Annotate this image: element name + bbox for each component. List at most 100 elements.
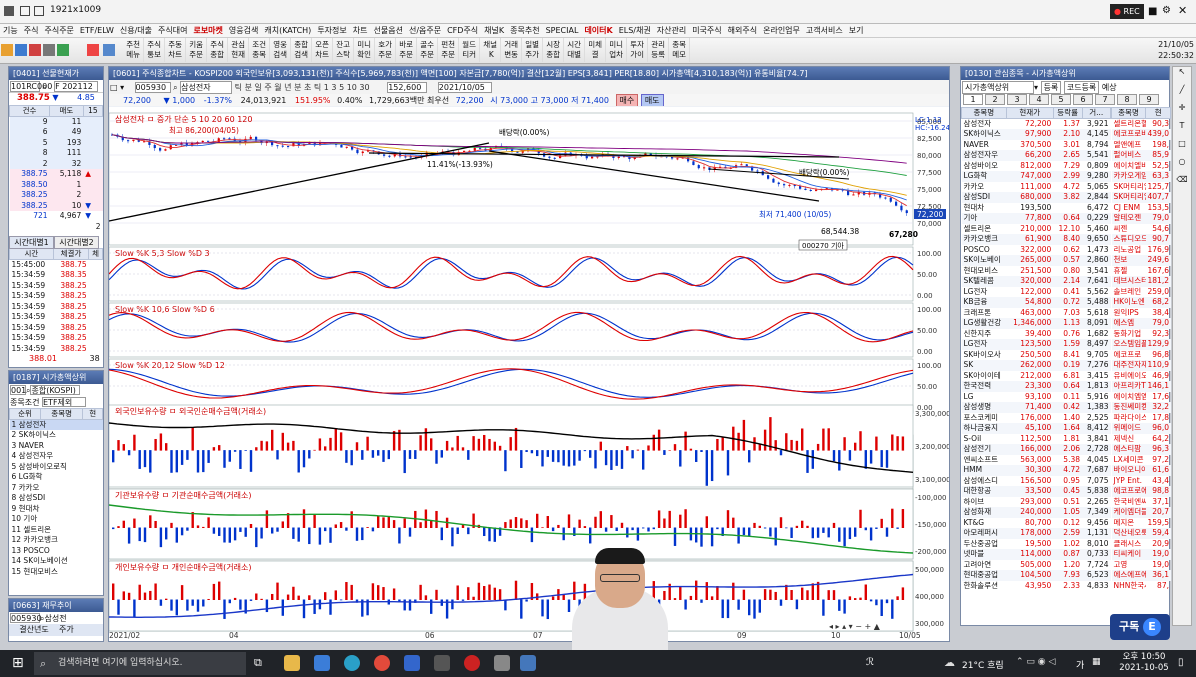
watch-row[interactable]: 엔씨소프트 563,000 5.38 4,045 (962, 455, 1111, 466)
ime-indicator[interactable]: 가 (1076, 658, 1084, 671)
watch2-row[interactable]: 케이엠더블 20,7 (1111, 507, 1171, 518)
watch2-row[interactable]: 휴젤 167,6 (1112, 266, 1171, 277)
watch2-header[interactable]: 종목명 (1111, 107, 1146, 119)
watch-tab-5[interactable]: 5 (1051, 94, 1071, 105)
watch2-row[interactable]: HK이노엔 68,2 (1111, 297, 1171, 308)
menu-item-21[interactable]: 해외주식 (725, 24, 760, 37)
menu-item-0[interactable]: 기능 (0, 24, 21, 37)
watch-tab-7[interactable]: 7 (1095, 94, 1115, 105)
toolbar-button-16[interactable]: 월드 티커 (459, 38, 481, 62)
menu-item-22[interactable]: 온라인업무 (760, 24, 803, 37)
finance-code[interactable]: 005930 (10, 613, 42, 623)
print-icon[interactable] (43, 44, 55, 56)
watch-reg[interactable]: 등록 (1040, 81, 1062, 94)
toolbar-button-24[interactable]: 투자 가이 (627, 38, 649, 62)
cursor-icon[interactable]: ↖ (1173, 67, 1191, 85)
toolbar-button-22[interactable]: 미체 결 (585, 38, 607, 62)
edge-icon[interactable] (344, 655, 360, 671)
rank-row[interactable]: 2 SK하이닉스 (10, 430, 103, 441)
rank-row[interactable]: 3 NAVER (10, 441, 103, 452)
scroll-controls[interactable]: ◂ ▸ ▴ ▾ − + ▲ (829, 622, 881, 631)
rank-row[interactable]: 7 카카오 (10, 483, 103, 494)
watch-row[interactable]: POSCO 322,000 0.62 1,473 (962, 245, 1111, 256)
grid-icon[interactable] (102, 44, 115, 56)
watch-row[interactable]: 포스코케미 176,000 1.40 2,525 (962, 413, 1111, 424)
watch-row[interactable]: LG전자 123,500 1.59 8,497 (961, 339, 1111, 350)
watch-tab-9[interactable]: 9 (1139, 94, 1159, 105)
watch-row[interactable]: 아모레퍼시 178,000 2.59 1,131 (961, 528, 1111, 539)
rank-row[interactable]: 10 기아 (10, 514, 103, 525)
futures-code[interactable]: 101RC000 (10, 81, 52, 92)
menu-item-24[interactable]: 보기 (846, 24, 867, 37)
toolbar-button-20[interactable]: 시장 종합 (543, 38, 565, 62)
circle-icon[interactable]: ○ (1173, 157, 1191, 175)
rank-row[interactable]: 12 카카오뱅크 (10, 535, 103, 546)
watch2-row[interactable]: 한국비엔씨 37,1 (1112, 497, 1171, 508)
watch2-row[interactable]: 엘앤에프 198, (1112, 140, 1171, 151)
search-icon-4[interactable]: ⌕ (173, 83, 177, 92)
text-icon[interactable]: T (1173, 121, 1191, 139)
watch2-row[interactable]: 에스티팜 96,3 (1111, 444, 1171, 455)
toolbar-button-6[interactable]: 조건 종목 (249, 38, 271, 62)
watch2-row[interactable]: 덕산네오룩 59,4 (1111, 528, 1171, 539)
cross-icon[interactable]: ✛ (1173, 103, 1191, 121)
grid-tray-icon[interactable]: ▦ (1092, 657, 1101, 667)
tray-icons[interactable]: ⌃ ▭ ◉ ◁ (1016, 657, 1055, 667)
orderbook-row[interactable]: 388.25 10 ▼ (9, 200, 103, 211)
watch2-row[interactable]: 솔브레인 259,0 (1112, 287, 1171, 298)
watch-tab-2[interactable]: 2 (985, 94, 1005, 105)
window-icon[interactable] (34, 6, 44, 16)
toolbar-button-0[interactable]: 주천 메뉴 (123, 38, 145, 62)
watch-row[interactable]: KT&G 80,700 0.12 9,456 (962, 518, 1111, 529)
watch-row[interactable]: LG 93,100 0.11 5,916 (962, 392, 1111, 403)
watch-row[interactable]: 현대차 193,500 6,472 (962, 203, 1111, 214)
watch-row[interactable]: 현대모비스 251,500 0.80 3,541 (962, 266, 1111, 277)
watch-row[interactable]: SK텔레콤 320,000 2.14 7,641 (961, 276, 1111, 287)
menu-item-16[interactable]: SPECIAL (543, 24, 582, 37)
watch-row[interactable]: SK바이오사 250,500 8.41 9,705 (962, 350, 1111, 361)
watch-group[interactable]: 시가총액상위 (962, 81, 1034, 94)
rank-row[interactable]: 9 현대차 (10, 504, 103, 515)
sell-button[interactable]: 매도 (640, 94, 664, 106)
watch2-row[interactable]: 티씨케이 19,0 (1111, 549, 1171, 560)
menu-item-8[interactable]: 캐치(KATCH) (261, 24, 314, 37)
watch-tab-1[interactable]: 1 (963, 94, 983, 105)
watch2-row[interactable]: 위메이드 96,0 (1111, 423, 1171, 434)
dropdown-icon[interactable]: ▾ (1034, 83, 1038, 92)
notification-icon[interactable]: ▯ (1178, 657, 1184, 668)
watch-row[interactable]: HMM 30,300 4.72 7,687 (961, 465, 1111, 476)
toolbar-button-1[interactable]: 주식 통보 (144, 38, 166, 62)
chart-area[interactable]: 85,00082,50080,00077,50075,00072,50070,0… (109, 107, 949, 641)
menu-item-13[interactable]: CFD주식 (444, 24, 481, 37)
chrome-icon[interactable] (374, 655, 390, 671)
watch-row[interactable]: 하나금융지 45,100 1.64 8,412 (961, 423, 1111, 434)
market-code[interactable]: 001 (10, 385, 26, 395)
orderbook-row[interactable]: 8 111 (9, 148, 103, 159)
watch-row[interactable]: 두산중공업 19,500 1.02 8,010 (962, 539, 1111, 550)
watch2-row[interactable]: 원익IPS 38,4 (1112, 308, 1171, 319)
box-icon[interactable]: □ (1173, 139, 1191, 157)
record-icon[interactable] (464, 655, 480, 671)
watch2-row[interactable]: 에스에프에 36,1 (1111, 570, 1171, 581)
watch-row[interactable]: 셀트리온 210,000 12.10 5,460 (962, 224, 1111, 235)
watch-row[interactable]: 고려아연 505,000 1.20 7,724 (962, 560, 1111, 571)
menu-item-18[interactable]: ELS/채권 (616, 24, 654, 37)
menu-item-17[interactable]: 데이터K (581, 24, 615, 37)
lock-icon[interactable] (29, 44, 41, 56)
toolbar-button-26[interactable]: 종목 메모 (669, 38, 691, 62)
watch2-row[interactable]: 대주전자재 110,9 (1111, 360, 1171, 371)
menu-item-23[interactable]: 고객서비스 (803, 24, 846, 37)
toolbar-button-5[interactable]: 관심 현재 (228, 38, 250, 62)
chart-date[interactable]: 2021/10/05 (437, 82, 492, 93)
watch2-row[interactable]: SK머티리얼125,7 (1112, 182, 1171, 193)
menu-item-9[interactable]: 투자정보 (314, 24, 349, 37)
watch2-row[interactable]: 펄어비스 85,9 (1111, 150, 1171, 161)
menu-item-20[interactable]: 미국주식 (689, 24, 724, 37)
watch2-row[interactable]: 클래시스 20,9 (1112, 539, 1171, 550)
watch2-row[interactable]: SK머티리얼407,7 (1111, 192, 1171, 203)
watch-row[interactable]: SK이노베이 265,000 0.57 2,860 (961, 255, 1111, 266)
toolbar-button-23[interactable]: 미니 업차 (606, 38, 628, 62)
watch-row[interactable]: 삼성에스디 156,500 0.95 7,075 (962, 476, 1111, 487)
watch2-row[interactable]: 천보 249,6 (1111, 255, 1171, 266)
watch-row[interactable]: LG전자 122,000 0.41 5,562 (962, 287, 1111, 298)
